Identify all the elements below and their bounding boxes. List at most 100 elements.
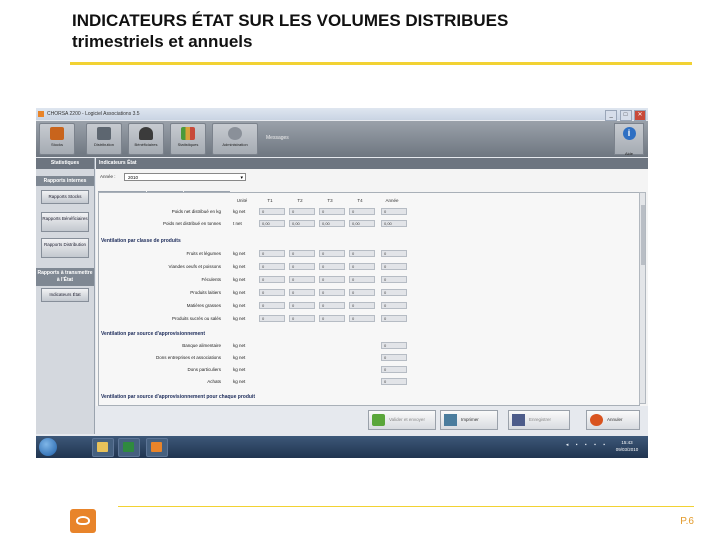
title-divider [70,62,692,65]
toolbar-stocks-button[interactable]: Stocks [39,123,75,155]
value-field[interactable]: 0 [381,315,407,322]
messages-area [262,125,598,153]
value-field[interactable]: 0 [259,315,285,322]
value-field[interactable]: 0 [289,250,315,257]
value-field[interactable]: 0 [381,208,407,215]
value-field[interactable]: 0 [381,263,407,270]
value-field[interactable]: 0 [381,342,407,349]
slide-title: INDICATEURS ÉTAT SUR LES VOLUMES DISTRIB… [72,10,672,52]
value-field[interactable]: 0,00 [381,220,407,227]
row-unit: kg net [233,316,246,321]
value-field[interactable]: 0 [319,263,345,270]
validate-send-button[interactable]: Valider et envoyer [368,410,436,430]
value-field[interactable]: 0,00 [259,220,285,227]
value-field[interactable]: 0 [289,315,315,322]
year-select[interactable]: 2010 [124,173,246,182]
stocks-icon [50,127,64,140]
value-field[interactable]: 0 [259,208,285,215]
slide-title-line2: trimestriels et annuels [72,32,253,51]
action-label: Valider et envoyer [389,417,425,422]
toolbar-administration-button[interactable]: Administration [212,123,258,155]
toolbar-beneficiaires-button[interactable]: Bénéficiaires [128,123,164,155]
system-tray[interactable]: ◂ ▪ ▪ ▪ ▪ [566,442,608,448]
chorsa-logo [70,509,96,533]
column-header: Unité [236,198,248,203]
sidebar-item-rapports-beneficiaires[interactable]: Rapports Bénéficiaires [41,212,89,232]
maximize-button[interactable]: □ [619,110,632,121]
value-field[interactable]: 0 [381,366,407,373]
row-label: Matières grasses [186,303,221,308]
save-button[interactable]: Enregistrer [508,410,570,430]
toolbar-label: Bénéficiaires [134,142,158,147]
value-field[interactable]: 0,00 [349,220,375,227]
row-label: Dons entreprises et associations [155,355,221,360]
value-field[interactable]: 0 [349,302,375,309]
help-button[interactable]: i Aide [614,123,644,156]
beneficiaires-icon [139,127,153,140]
vertical-scrollbar[interactable] [639,192,646,404]
value-field[interactable]: 0 [319,315,345,322]
value-field[interactable]: 0 [259,263,285,270]
start-button[interactable] [39,438,57,456]
toolbar-statistiques-button[interactable]: Statistiques [170,123,206,155]
cancel-icon [590,414,603,426]
value-field[interactable]: 0 [259,289,285,296]
sidebar-item-indicateurs-etat[interactable]: Indicateurs État [41,288,89,302]
sidebar-item-rapports-distribution[interactable]: Rapports Distribution [41,238,89,258]
value-field[interactable]: 0 [259,250,285,257]
value-field[interactable]: 0 [349,315,375,322]
row-unit: kg net [233,355,246,360]
toolbar-label: Administration [222,142,248,147]
value-field[interactable]: 0 [289,289,315,296]
value-field[interactable]: 0 [381,378,407,385]
value-field[interactable]: 0 [319,289,345,296]
row-label: Dons particuliers [187,367,221,372]
footer-divider [118,506,694,507]
taskbar-app-explorer[interactable] [92,438,114,457]
toolbar-distribution-button[interactable]: Distribution [86,123,122,155]
value-field[interactable]: 0 [349,289,375,296]
value-field[interactable]: 0 [381,354,407,361]
value-field[interactable]: 0 [381,289,407,296]
row-unit: kg net [233,290,246,295]
value-field[interactable]: 0 [289,302,315,309]
row-label: Viandes oeufs et poissons [168,264,221,269]
value-field[interactable]: 0 [259,302,285,309]
sidebar-section-internal: Rapports internes [36,176,94,186]
row-unit: kg net [233,343,246,348]
toolbar-label: Stocks [50,142,63,147]
print-button[interactable]: Imprimer [440,410,498,430]
value-field[interactable]: 0,00 [289,220,315,227]
value-field[interactable]: 0 [381,276,407,283]
value-field[interactable]: 0 [289,263,315,270]
value-field[interactable]: 0 [319,302,345,309]
value-field[interactable]: 0 [349,263,375,270]
row-label: Féculents [201,277,221,282]
value-field[interactable]: 0 [319,276,345,283]
value-field[interactable]: 0 [381,250,407,257]
column-header: T4 [357,198,363,203]
value-field[interactable]: 0 [319,250,345,257]
value-field[interactable]: 0 [319,208,345,215]
value-field[interactable]: 0 [349,208,375,215]
cancel-button[interactable]: Annuler [586,410,640,430]
value-field[interactable]: 0 [381,302,407,309]
value-field[interactable]: 0 [259,276,285,283]
close-button[interactable]: ✕ [634,110,646,121]
action-label: Enregistrer [529,417,552,422]
minimize-button[interactable]: _ [605,110,618,121]
taskbar-app-chorsa[interactable] [146,438,168,457]
value-field[interactable]: 0 [289,208,315,215]
value-field[interactable]: 0 [349,250,375,257]
row-unit: kg net [233,379,246,384]
value-field[interactable]: 0,00 [319,220,345,227]
scrollbar-thumb[interactable] [641,205,645,265]
value-field[interactable]: 0 [349,276,375,283]
help-label: Aide [624,151,633,156]
chorsa-icon [151,442,162,452]
value-field[interactable]: 0 [289,276,315,283]
sidebar-item-rapports-stocks[interactable]: Rapports Stocks [41,190,89,204]
column-header: T1 [267,198,273,203]
taskbar-app-excel[interactable] [118,438,140,457]
row-label: Produits laitiers [190,290,221,295]
